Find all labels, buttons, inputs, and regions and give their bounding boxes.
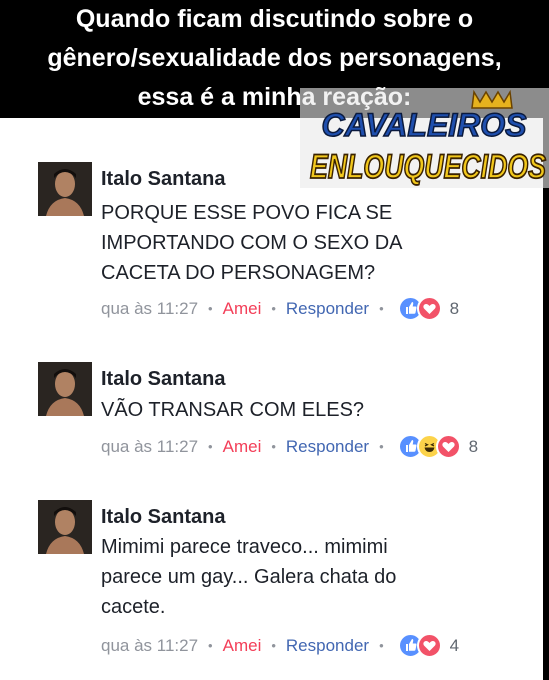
comment-author[interactable]: Italo Santana xyxy=(101,506,225,529)
love-icon xyxy=(435,434,461,459)
comment-text-line: VÃO TRANSAR COM ELES? xyxy=(101,399,365,421)
comment-text-line: CACETA DO PERSONAGEM? xyxy=(101,262,376,284)
reaction-summary[interactable]: 8 xyxy=(397,296,460,321)
separator-dot: • xyxy=(208,638,213,653)
reply-button[interactable]: Responder xyxy=(286,437,369,457)
comment-meta: qua às 11:27 • Amei • Responder • 4 xyxy=(101,633,459,658)
reaction-button[interactable]: Amei xyxy=(223,437,262,457)
comment-meta: qua às 11:27 • Amei • Responder • 8 xyxy=(101,434,478,459)
love-icon xyxy=(416,633,442,658)
separator-dot: • xyxy=(271,301,276,316)
comment-meta: qua às 11:27 • Amei • Responder • 8 xyxy=(101,296,459,321)
cavaleiros-enlouquecidos-logo: CAVALEIROS ENLOUQUECIDOS xyxy=(300,82,549,188)
separator-dot: • xyxy=(379,638,384,653)
reply-button[interactable]: Responder xyxy=(286,636,369,656)
reaction-count: 4 xyxy=(449,635,460,655)
separator-dot: • xyxy=(271,638,276,653)
avatar[interactable] xyxy=(38,500,92,554)
comment-text-line: cacete. xyxy=(101,596,166,618)
reaction-button[interactable]: Amei xyxy=(223,299,262,319)
separator-dot: • xyxy=(208,439,213,454)
comment-text-line: parece um gay... Galera chata do xyxy=(101,566,397,588)
caption-line-1: Quando ficam discutindo sobre o xyxy=(75,5,474,33)
comment-author[interactable]: Italo Santana xyxy=(101,368,225,391)
comment-text: Mimimi parece traveco... mimimi parece u… xyxy=(101,532,501,622)
comment-text-line: PORQUE ESSE POVO FICA SE xyxy=(101,202,393,224)
comment-text: PORQUE ESSE POVO FICA SE IMPORTANDO COM … xyxy=(101,198,501,288)
logo-line1: CAVALEIROS xyxy=(321,107,527,143)
comments-panel: Italo Santana PORQUE ESSE POVO FICA SE I… xyxy=(0,118,543,680)
comment-timestamp[interactable]: qua às 11:27 xyxy=(101,437,198,457)
separator-dot: • xyxy=(208,301,213,316)
comment-text: VÃO TRANSAR COM ELES? xyxy=(101,395,501,425)
separator-dot: • xyxy=(379,301,384,316)
reaction-count: 8 xyxy=(449,298,460,318)
reaction-summary[interactable]: 8 xyxy=(397,434,479,459)
avatar[interactable] xyxy=(38,162,92,216)
caption-line-2: gênero/sexualidade dos personagens, xyxy=(47,44,502,72)
comment-timestamp[interactable]: qua às 11:27 xyxy=(101,299,198,319)
separator-dot: • xyxy=(271,439,276,454)
comment-author[interactable]: Italo Santana xyxy=(101,168,225,191)
avatar[interactable] xyxy=(38,362,92,416)
comment-text-line: IMPORTANDO COM O SEXO DA xyxy=(101,232,403,254)
comment-timestamp[interactable]: qua às 11:27 xyxy=(101,636,198,656)
love-icon xyxy=(416,296,442,321)
reaction-count: 8 xyxy=(468,436,479,456)
separator-dot: • xyxy=(379,439,384,454)
reply-button[interactable]: Responder xyxy=(286,299,369,319)
reaction-summary[interactable]: 4 xyxy=(397,633,460,658)
logo-line2: ENLOUQUECIDOS xyxy=(310,148,546,186)
reaction-button[interactable]: Amei xyxy=(223,636,262,656)
comment-text-line: Mimimi parece traveco... mimimi xyxy=(101,536,388,558)
